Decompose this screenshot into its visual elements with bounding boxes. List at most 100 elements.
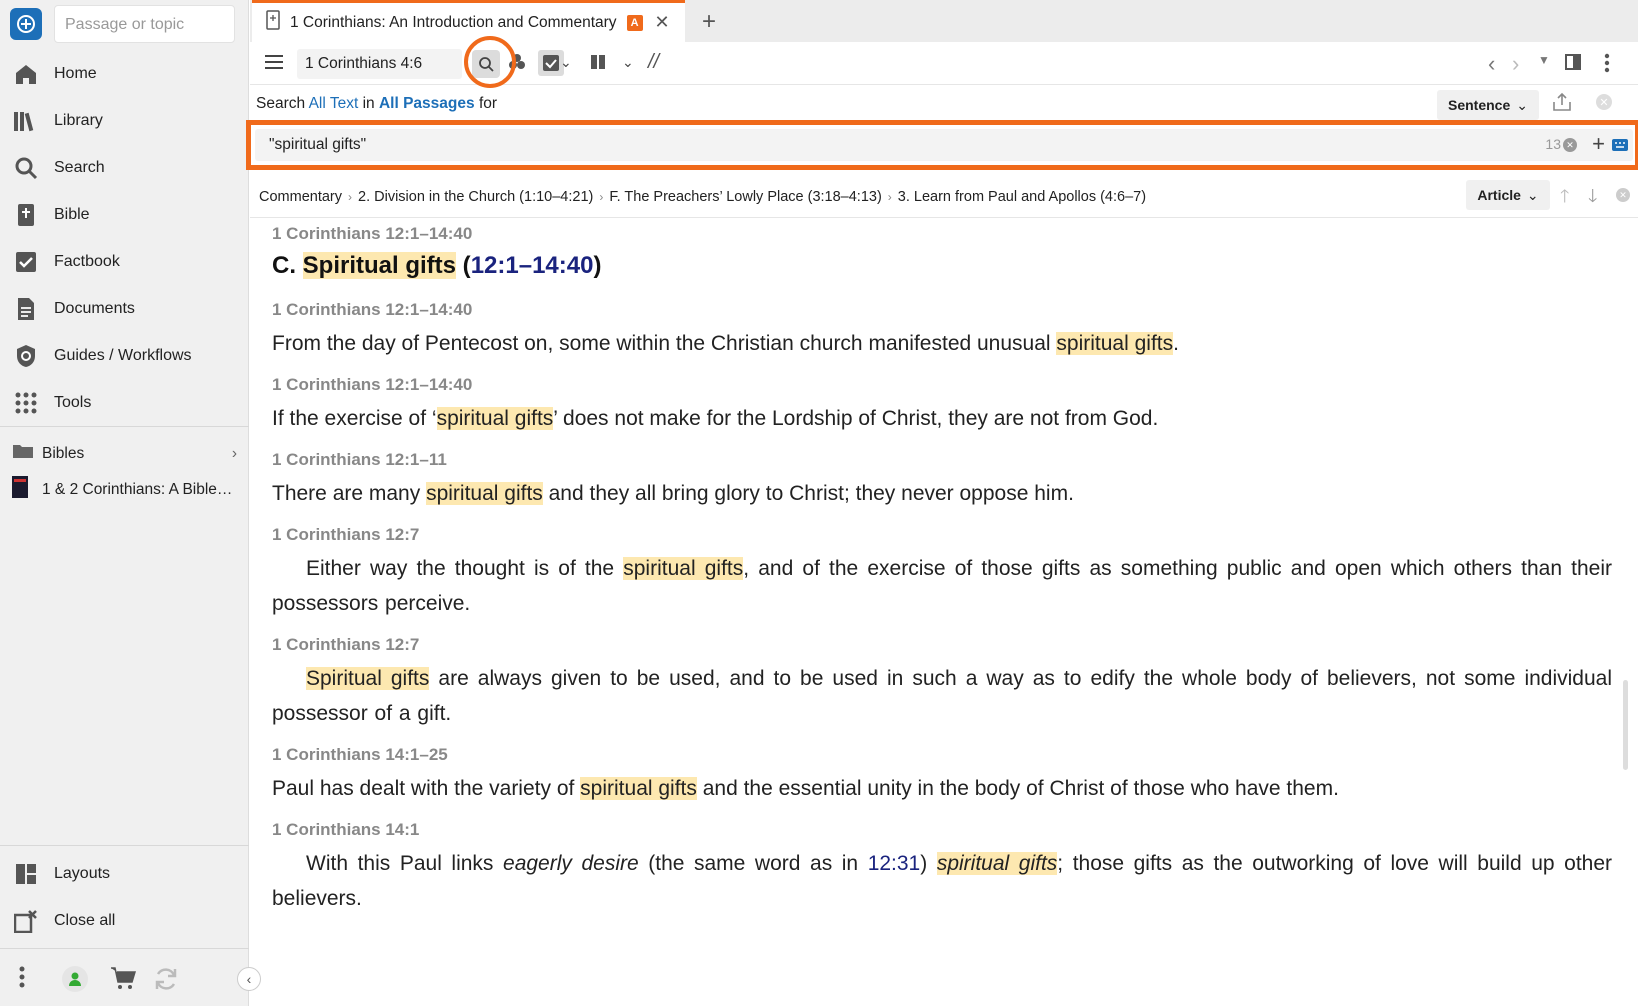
chevron-right-icon: › — [231, 444, 237, 462]
chevron-down-icon[interactable]: ⌄ — [560, 54, 572, 71]
article-label: Article — [1477, 187, 1521, 203]
sidebar-item-library[interactable]: Library — [0, 97, 249, 144]
result-text: With this Paul links eagerly desire (the… — [272, 846, 1612, 916]
user-avatar-icon[interactable] — [62, 966, 88, 992]
keyboard-icon[interactable] — [1611, 138, 1629, 157]
sidebar-item-label: Layouts — [54, 864, 111, 882]
next-result-icon[interactable]: 🡓 — [1588, 184, 1597, 214]
sidebar-nav: Home Library Search Bible Factbook Docum… — [0, 50, 249, 426]
search-for: for — [478, 95, 498, 112]
close-tab-icon[interactable]: ✕ — [655, 12, 670, 33]
columns-icon[interactable] — [590, 53, 606, 76]
scope-text-link[interactable]: All Text — [309, 95, 359, 112]
sidebar-item-layouts[interactable]: Layouts — [0, 850, 249, 897]
book-icon — [266, 10, 280, 35]
content-scrollbar[interactable] — [1620, 218, 1630, 998]
scope-passages-link[interactable]: All Passages — [379, 95, 475, 112]
result-reference[interactable]: 1 Corinthians 12:1–11 — [272, 450, 1612, 470]
result-reference[interactable]: 1 Corinthians 12:1–14:40 — [272, 300, 1612, 320]
logos-logo-icon[interactable] — [10, 8, 42, 40]
emphasis-text: eagerly desire — [503, 852, 639, 875]
breadcrumb-item[interactable]: Commentary — [259, 189, 342, 205]
passage-input[interactable]: Passage or topic — [54, 5, 235, 43]
sidebar-item-label: Search — [54, 158, 105, 176]
new-tab-icon[interactable]: + — [702, 8, 716, 36]
result-text: From the day of Pentecost on, some withi… — [272, 326, 1612, 361]
sidebar-item-home[interactable]: Home — [0, 50, 249, 97]
chevron-down-icon: ⌄ — [1526, 186, 1539, 203]
more-vertical-icon[interactable] — [19, 966, 25, 993]
sidebar-item-documents[interactable]: Documents — [0, 285, 249, 332]
folder-icon — [12, 443, 36, 464]
sidebar-divider — [0, 426, 249, 427]
result-reference[interactable]: 1 Corinthians 14:1 — [272, 820, 1612, 840]
parallel-resources-button[interactable]: // — [648, 51, 659, 74]
article-dropdown[interactable]: Article ⌄ — [1466, 180, 1550, 210]
back-icon[interactable]: ‹ — [1488, 51, 1495, 77]
text-segment: With this Paul links — [306, 852, 504, 875]
reference-input[interactable]: 1 Corinthians 4:6 — [297, 49, 462, 79]
sidebar-bibles-folder[interactable]: Bibles › — [12, 443, 237, 464]
sidebar-item-label: Guides / Workflows — [54, 346, 192, 364]
verse-link[interactable]: 12:31 — [868, 852, 921, 875]
more-options-icon[interactable] — [1604, 53, 1610, 78]
forward-icon[interactable]: › — [1512, 51, 1519, 77]
close-results-icon[interactable]: ✕ — [1616, 188, 1630, 202]
search-hit: spiritual gifts — [580, 777, 697, 800]
sidebar-item-tools[interactable]: Tools — [0, 379, 249, 426]
sidebar-item-label: Bible — [54, 205, 90, 223]
sidebar-item-guides[interactable]: Guides / Workflows — [0, 332, 249, 379]
result-reference[interactable]: 1 Corinthians 14:1–25 — [272, 745, 1612, 765]
close-all-icon — [12, 907, 40, 935]
search-hit: Spiritual gifts — [302, 252, 457, 279]
panel-menu-icon[interactable] — [264, 54, 284, 75]
panel-layout-icon[interactable] — [1564, 53, 1582, 76]
chevron-down-icon[interactable]: ⌄ — [622, 54, 634, 71]
cart-icon[interactable] — [110, 966, 137, 995]
share-icon[interactable] — [1552, 92, 1572, 117]
result-reference[interactable]: 1 Corinthians 12:1–14:40 — [272, 375, 1612, 395]
heading-close: ) — [593, 252, 602, 279]
guides-icon — [12, 342, 40, 370]
sidebar-item-bible[interactable]: Bible — [0, 191, 249, 238]
result-reference[interactable]: 1 Corinthians 12:1–14:40 — [272, 224, 1612, 244]
layouts-icon — [12, 860, 40, 888]
query-text: "spiritual gifts" — [269, 136, 367, 153]
search-mode-dropdown[interactable]: Sentence ⌄ — [1437, 90, 1539, 120]
close-search-icon[interactable]: ✕ — [1596, 94, 1612, 110]
search-query-input[interactable]: "spiritual gifts" 13 ✕ + — [255, 129, 1633, 161]
heading-prefix: C. — [272, 252, 303, 279]
sync-icon[interactable] — [153, 966, 179, 997]
result-reference[interactable]: 1 Corinthians 12:7 — [272, 635, 1612, 655]
result-reference[interactable]: 1 Corinthians 12:7 — [272, 525, 1612, 545]
clear-query-icon[interactable]: ✕ — [1563, 138, 1577, 152]
sidebar-item-label: Documents — [54, 299, 135, 317]
breadcrumb-item[interactable]: F. The Preachers’ Lowly Place (3:18–4:13… — [609, 189, 881, 205]
breadcrumb-separator-icon: › — [348, 189, 352, 204]
text-segment: ’ does not make for the Lordship of Chri… — [553, 407, 1159, 430]
previous-result-icon[interactable]: 🡑 — [1560, 184, 1569, 214]
add-term-icon[interactable]: + — [1592, 131, 1605, 157]
sidebar-recent-resource[interactable]: 1 & 2 Corinthians: A Bible… — [12, 476, 237, 503]
history-dropdown-icon[interactable]: ▼ — [1538, 53, 1550, 67]
text-segment: If the exercise of ‘ — [272, 407, 437, 430]
search-hit: Spiritual gifts — [306, 667, 430, 690]
bible-icon — [12, 201, 40, 229]
text-segment: . — [1173, 332, 1179, 355]
result-text: If the exercise of ‘spiritual gifts’ doe… — [272, 401, 1612, 436]
sidebar-divider — [0, 845, 249, 846]
sidebar-item-factbook[interactable]: Factbook — [0, 238, 249, 285]
sidebar-item-close-all[interactable]: Close all — [0, 897, 249, 944]
sidebar-item-search[interactable]: Search — [0, 144, 249, 191]
search-in: in — [362, 95, 375, 112]
scrollbar-thumb[interactable] — [1623, 680, 1628, 770]
tab-commentary[interactable]: 1 Corinthians: An Introduction and Comme… — [252, 0, 685, 42]
breadcrumb-item[interactable]: 2. Division in the Church (1:10–4:21) — [358, 189, 593, 205]
book-cover-icon — [12, 476, 36, 503]
text-segment: Either way the thought is of the — [306, 557, 624, 580]
heading-ref-link[interactable]: 12:1–14:40 — [471, 252, 594, 279]
library-icon — [12, 107, 40, 135]
breadcrumb-item[interactable]: 3. Learn from Paul and Apollos (4:6–7) — [898, 189, 1146, 205]
search-hit: spiritual gifts — [936, 852, 1058, 875]
search-icon — [12, 154, 40, 182]
